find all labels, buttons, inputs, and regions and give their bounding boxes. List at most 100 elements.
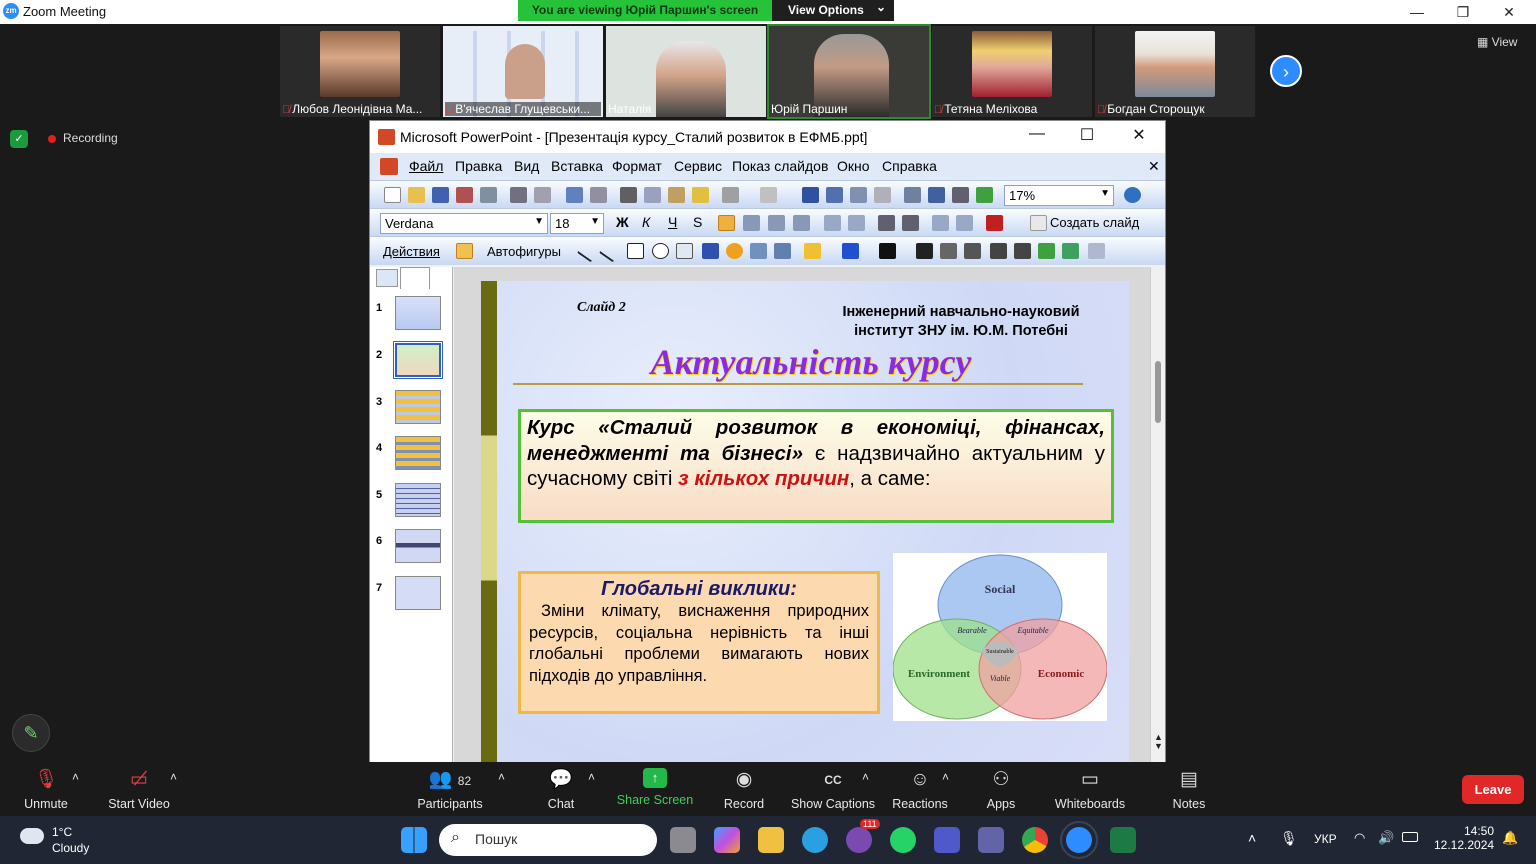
participant-tile-active[interactable]: Юрій Паршин — [767, 24, 931, 119]
close-button[interactable]: ✕ — [1486, 0, 1532, 24]
notification-bell-icon[interactable]: 🔔 — [1502, 830, 1518, 846]
font-select[interactable]: Verdana ▼ — [380, 213, 548, 234]
participants-chevron-icon[interactable]: ˄ — [498, 770, 505, 784]
textbox-icon[interactable] — [676, 243, 693, 259]
slide-thumbnail[interactable] — [395, 436, 441, 470]
participant-tile[interactable]: 🎙̸ Богдан Сторощук — [1095, 26, 1255, 117]
grid-icon[interactable] — [952, 187, 969, 203]
email-icon[interactable] — [480, 187, 497, 203]
leave-button[interactable]: Leave — [1462, 775, 1524, 804]
chat-chevron-icon[interactable]: ˄ — [588, 770, 595, 784]
participant-tile[interactable]: Наталія — [606, 26, 766, 117]
increase-font-icon[interactable] — [878, 215, 895, 231]
menu-insert[interactable]: Вставка — [551, 158, 603, 174]
subscript-icon[interactable] — [990, 243, 1007, 259]
oval-icon[interactable] — [652, 243, 669, 259]
align-left-icon[interactable] — [718, 215, 735, 231]
notes-button[interactable]: ▤ Notes — [1170, 768, 1208, 811]
slide-canvas[interactable]: Слайд 2 Інженерний навчально-науковий ін… — [481, 281, 1129, 762]
clipart-icon[interactable] — [750, 243, 767, 259]
line-style-icon[interactable] — [916, 243, 933, 259]
restore-button[interactable]: ❐ — [1440, 0, 1486, 24]
shadow-icon[interactable]: S — [693, 214, 702, 230]
slide-thumbnail-selected[interactable] — [393, 341, 443, 379]
align-right-icon[interactable] — [768, 215, 785, 231]
zoom-taskbar-icon[interactable] — [1060, 821, 1098, 859]
diagram-icon[interactable] — [726, 243, 743, 259]
vertical-scrollbar[interactable]: ▲ ▼ — [1150, 267, 1165, 762]
ppt-minimize-button[interactable]: — — [1014, 125, 1060, 149]
slide-thumbnail[interactable] — [395, 390, 441, 424]
slide-thumbnail[interactable] — [395, 529, 441, 563]
annotate-pen-icon[interactable]: ✎ — [12, 714, 50, 752]
reactions-button[interactable]: ☺ Reactions — [892, 768, 948, 811]
participant-tile[interactable]: 🎙̸ Любов Леонідівна Ма... — [280, 26, 440, 117]
numbering-icon[interactable] — [824, 215, 841, 231]
battery-icon[interactable] — [1402, 832, 1418, 842]
audio-options-chevron-icon[interactable]: ˄ — [72, 770, 79, 784]
create-slide-button[interactable]: Создать слайд — [1050, 215, 1139, 230]
reactions-chevron-icon[interactable]: ˄ — [942, 770, 949, 784]
decrease-font-icon[interactable] — [902, 215, 919, 231]
spelling-icon[interactable] — [566, 187, 583, 203]
italic-icon[interactable]: К — [642, 214, 650, 230]
expand-icon[interactable] — [904, 187, 921, 203]
menu-edit[interactable]: Правка — [455, 158, 502, 174]
view-options-button[interactable]: View Options ⌄ — [772, 0, 894, 21]
rectangle-icon[interactable] — [627, 243, 644, 259]
help-icon[interactable] — [1124, 187, 1141, 203]
tables-borders-icon[interactable] — [850, 187, 867, 203]
whatsapp-icon[interactable] — [890, 827, 916, 853]
align-center-icon[interactable] — [743, 215, 760, 231]
apps-button[interactable]: ⚇ Apps — [984, 768, 1018, 811]
new-slide-icon[interactable] — [1030, 215, 1047, 231]
slides-tab-icon[interactable] — [400, 267, 430, 289]
chrome-icon[interactable] — [1022, 827, 1048, 853]
slide-thumbnail[interactable] — [395, 576, 441, 610]
redo-icon[interactable] — [760, 187, 777, 203]
outline-tab-icon[interactable] — [376, 269, 398, 287]
chat-button[interactable]: 💬 Chat — [542, 768, 580, 811]
menu-help[interactable]: Справка — [882, 158, 937, 174]
video-options-chevron-icon[interactable]: ˄ — [170, 770, 177, 784]
font-size-select[interactable]: 18 ▼ — [550, 213, 604, 234]
zoom-select[interactable]: 17% ▼ — [1004, 185, 1114, 206]
save-icon[interactable] — [432, 187, 449, 203]
unmute-button[interactable]: 🎙 Unmute — [20, 768, 72, 811]
formatting-icon[interactable] — [928, 187, 945, 203]
autoshapes-menu[interactable]: Автофигуры — [487, 244, 561, 259]
shadow-style-icon[interactable] — [1038, 243, 1055, 259]
text-effects-icon[interactable] — [1088, 243, 1105, 259]
research-icon[interactable] — [590, 187, 607, 203]
justify-icon[interactable] — [793, 215, 810, 231]
decrease-indent-icon[interactable] — [932, 215, 949, 231]
participant-tile[interactable]: 🎙̸ В'ячеслав Глущевськи... — [443, 26, 603, 117]
copilot-icon[interactable] — [714, 827, 740, 853]
picture-icon[interactable] — [774, 243, 791, 259]
show-hidden-icons-icon[interactable]: ˄ — [1248, 830, 1256, 846]
scrollbar-thumb[interactable] — [1155, 361, 1161, 423]
teams-work-icon[interactable] — [978, 827, 1004, 853]
participants-button[interactable]: 👥 82 Participants — [414, 768, 486, 811]
participant-tile[interactable]: 🎙̸ Тетяна Меліхова — [932, 26, 1092, 117]
ppt-maximize-button[interactable]: ☐ — [1064, 125, 1110, 149]
new-icon[interactable] — [384, 187, 401, 203]
telegram-icon[interactable] — [802, 827, 828, 853]
menu-close-icon[interactable]: ✕ — [1148, 158, 1160, 175]
view-button[interactable]: ▦ View — [1477, 35, 1517, 49]
volume-icon[interactable]: 🔊 — [1378, 830, 1394, 846]
viber-icon[interactable]: 111 — [846, 819, 880, 853]
file-explorer-icon[interactable] — [758, 827, 784, 853]
select-pointer-icon[interactable] — [456, 243, 473, 259]
arrow-icon[interactable] — [598, 239, 623, 263]
ppt-close-button[interactable]: ✕ — [1116, 125, 1162, 149]
language-indicator[interactable]: УКР — [1314, 832, 1337, 846]
record-button[interactable]: ◉ Record — [722, 768, 766, 811]
captions-chevron-icon[interactable]: ˄ — [862, 770, 869, 784]
start-video-button[interactable]: ▭̸ Start Video — [104, 768, 174, 811]
microphone-icon[interactable]: 🎙 — [1280, 830, 1298, 847]
minimize-button[interactable]: — — [1394, 0, 1440, 24]
font-color-icon[interactable] — [986, 215, 1003, 231]
dash-style-icon[interactable] — [940, 243, 957, 259]
clock[interactable]: 14:50 12.12.2024 — [1434, 824, 1494, 852]
